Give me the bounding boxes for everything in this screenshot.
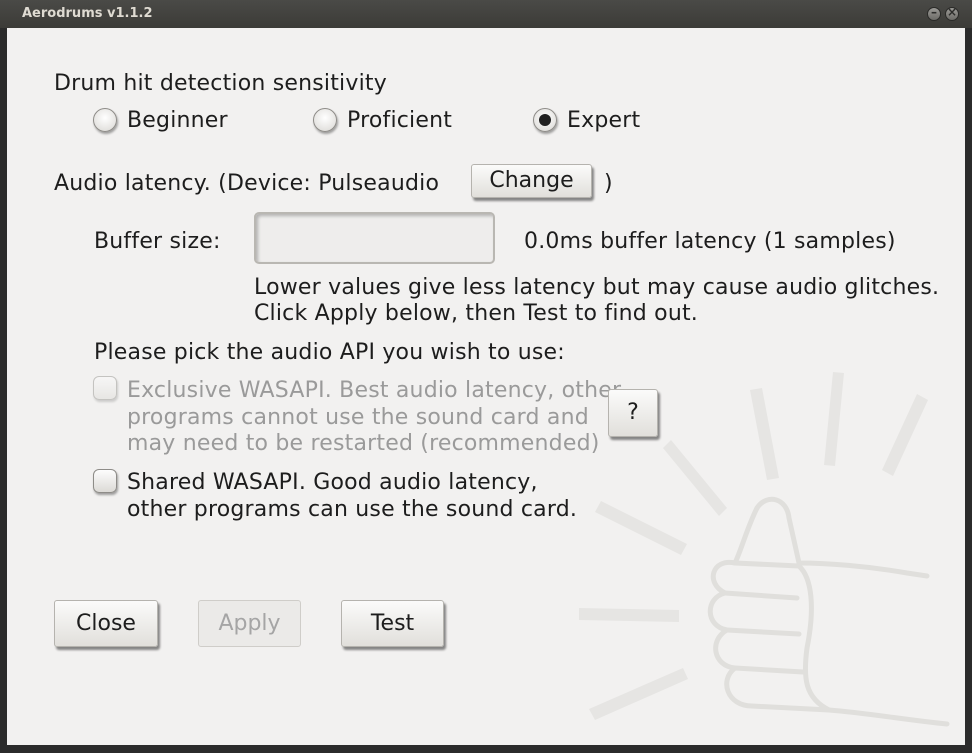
test-button[interactable]: Test	[341, 600, 444, 647]
radio-beginner-label[interactable]: Beginner	[127, 108, 228, 133]
close-icon: ×	[946, 5, 958, 19]
apply-button[interactable]: Apply	[198, 600, 301, 647]
change-device-button[interactable]: Change	[471, 164, 592, 198]
buffer-size-label: Buffer size:	[94, 229, 221, 254]
exclusive-wasapi-line2: programs cannot use the sound card and	[127, 405, 589, 430]
latency-hint-line2: Click Apply below, then Test to find out…	[254, 301, 698, 326]
audio-latency-label: Audio latency. (Device: Pulseaudio	[54, 171, 440, 196]
shared-wasapi-line2: other programs can use the sound card.	[127, 497, 578, 522]
latency-close-paren: )	[604, 171, 613, 196]
title-bar: Aerodrums v1.1.2 – ×	[0, 0, 972, 28]
dialog-content: Drum hit detection sensitivity Beginner …	[7, 28, 965, 745]
radio-beginner[interactable]	[93, 108, 117, 132]
radio-proficient-label[interactable]: Proficient	[347, 108, 452, 133]
buffer-size-input[interactable]	[254, 212, 495, 264]
window-title: Aerodrums v1.1.2	[22, 6, 153, 21]
audio-api-heading: Please pick the audio API you wish to us…	[94, 340, 565, 365]
shared-wasapi-line1: Shared WASAPI. Good audio latency,	[127, 470, 538, 495]
radio-expert-label[interactable]: Expert	[567, 108, 640, 133]
close-button[interactable]: Close	[54, 600, 158, 647]
exclusive-wasapi-checkbox[interactable]	[93, 376, 117, 400]
exclusive-wasapi-line1: Exclusive WASAPI. Best audio latency, ot…	[127, 378, 622, 403]
latency-hint-line1: Lower values give less latency but may c…	[254, 275, 940, 300]
exclusive-wasapi-line3: may need to be restarted (recommended)	[127, 431, 600, 456]
radio-expert[interactable]	[533, 108, 557, 132]
buffer-latency-info: 0.0ms buffer latency (1 samples)	[524, 229, 896, 254]
shared-wasapi-checkbox[interactable]	[93, 469, 117, 493]
help-button[interactable]: ?	[608, 389, 658, 437]
minimize-button[interactable]: –	[927, 5, 941, 21]
radio-proficient[interactable]	[313, 108, 337, 132]
minimize-icon: –	[931, 5, 937, 19]
sensitivity-heading: Drum hit detection sensitivity	[54, 71, 387, 96]
close-window-button[interactable]: ×	[945, 5, 959, 21]
window-bottom-edge	[0, 745, 972, 753]
